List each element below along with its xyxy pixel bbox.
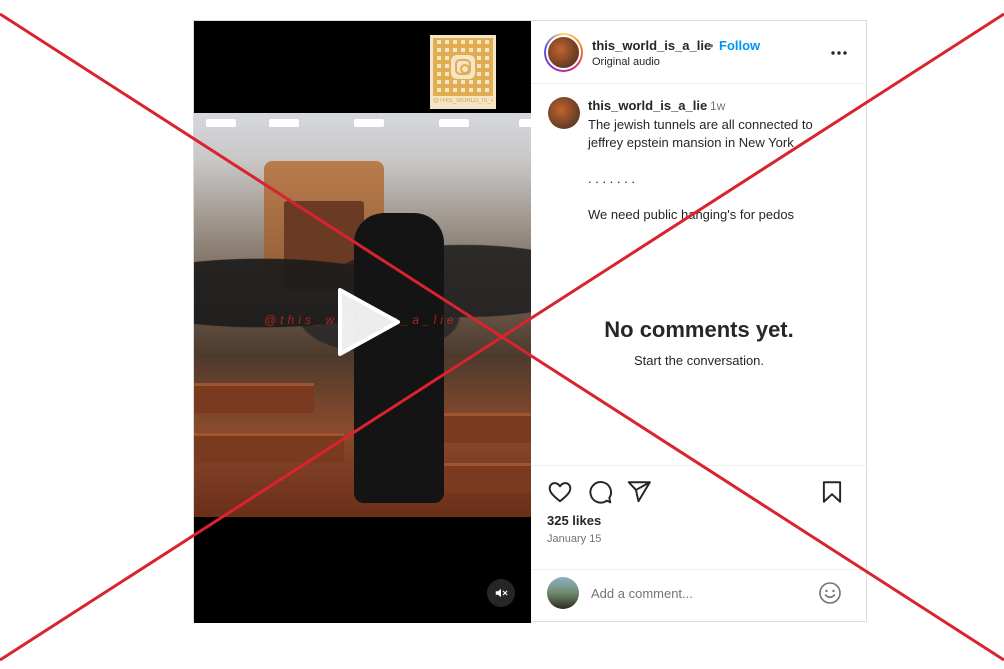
instagram-logo-icon (451, 55, 475, 79)
post-header: this_world_is_a_lie • Follow Original au… (531, 21, 867, 84)
comment-icon[interactable] (587, 479, 613, 505)
separator-dot: • (709, 38, 714, 53)
follow-button[interactable]: Follow (719, 38, 760, 53)
caption-line: . . . . . . . (588, 171, 635, 186)
author-avatar[interactable] (544, 33, 583, 72)
share-icon[interactable] (626, 479, 652, 505)
instagram-post: @THIS_WORLD_IS_A_LIE @this_world_is_a_li… (193, 20, 867, 623)
like-count[interactable]: 325 likes (547, 513, 601, 528)
post-date[interactable]: January 15 (547, 533, 601, 545)
caption-line: jeffrey epstein mansion in New York (588, 135, 794, 150)
more-icon[interactable] (829, 43, 849, 63)
play-icon[interactable] (332, 286, 404, 358)
current-user-avatar (547, 577, 579, 609)
video-media[interactable]: @THIS_WORLD_IS_A_LIE @this_world_is_a_li… (194, 21, 531, 623)
divider (531, 569, 867, 570)
caption-line: We need public hanging's for pedos (588, 207, 795, 222)
bookmark-icon[interactable] (819, 479, 845, 505)
caption-username[interactable]: this_world_is_a_lie (588, 98, 707, 113)
caption-avatar[interactable] (548, 97, 580, 129)
author-username[interactable]: this_world_is_a_lie (592, 38, 711, 53)
caption-timestamp[interactable]: 1w (710, 99, 725, 113)
caption-line: The jewish tunnels are all connected to (588, 117, 813, 132)
empty-comments-title: No comments yet. (604, 317, 794, 342)
qr-code: @THIS_WORLD_IS_A_LIE (430, 35, 496, 109)
empty-comments-subtitle: Start the conversation. (633, 353, 765, 368)
emoji-icon[interactable] (818, 581, 842, 605)
divider (531, 465, 867, 466)
post-details: this_world_is_a_lie • Follow Original au… (531, 21, 867, 623)
qr-caption: @THIS_WORLD_IS_A_LIE (433, 98, 493, 104)
audio-label[interactable]: Original audio (592, 56, 660, 68)
muted-speaker-icon[interactable] (487, 579, 515, 607)
comment-input[interactable] (591, 583, 801, 603)
heart-icon[interactable] (547, 479, 573, 505)
